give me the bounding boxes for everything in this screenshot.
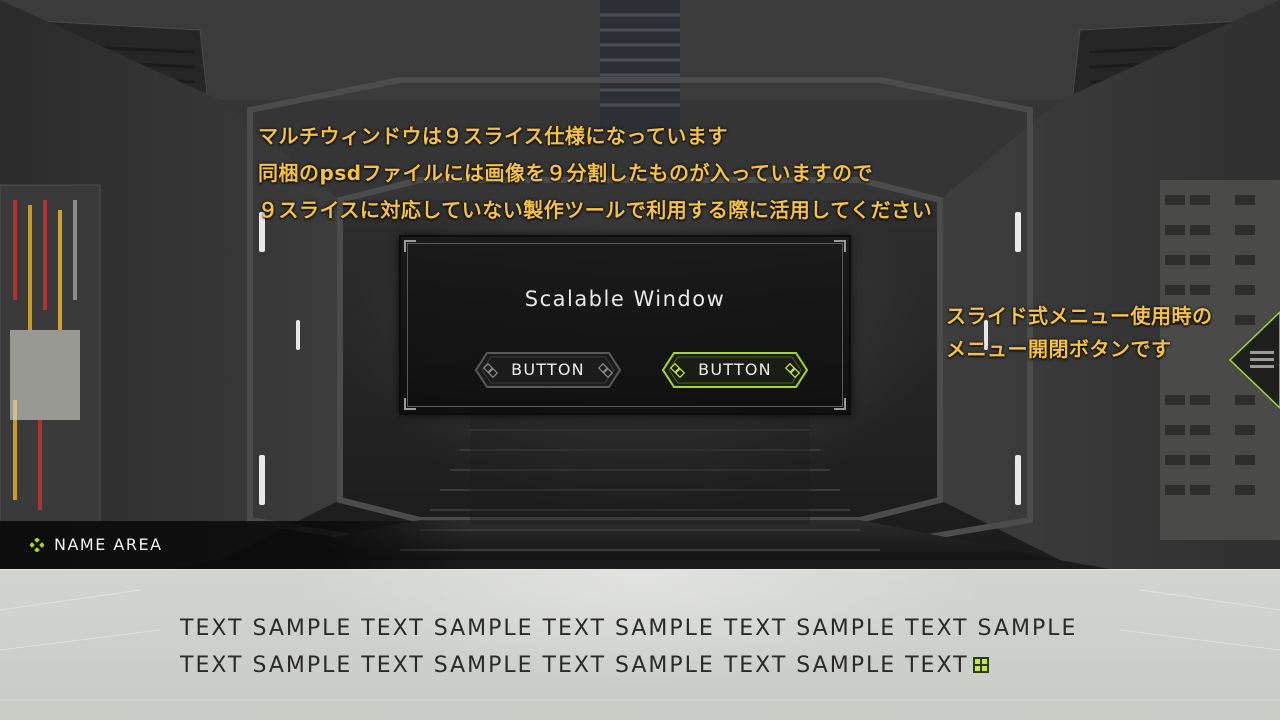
window-title: Scalable Window xyxy=(524,287,726,311)
scalable-window: Scalable Window BUTTON BUTTON xyxy=(399,235,851,415)
annotation-line: メニュー開閉ボタンです xyxy=(946,337,1172,361)
button-label: BUTTON xyxy=(698,360,772,379)
speaker-name: NAME AREA xyxy=(54,535,163,554)
annotation-9slice-note: マルチウィンドウは９スライス仕様になっています 同梱のpsdファイルには画像を９… xyxy=(258,118,932,229)
annotation-menu-note: スライド式メニュー使用時の メニュー開閉ボタンです xyxy=(946,300,1213,366)
next-page-icon xyxy=(972,657,989,673)
annotation-line: マルチウィンドウは９スライス仕様になっています xyxy=(258,124,728,148)
annotation-line: 同梱のpsdファイルには画像を９分割したものが入っていますので xyxy=(258,161,874,185)
button-normal[interactable]: BUTTON xyxy=(473,350,623,390)
message-box[interactable]: TEXT SAMPLE TEXT SAMPLE TEXT SAMPLE TEXT… xyxy=(0,569,1280,720)
hamburger-icon xyxy=(1250,351,1274,368)
button-label: BUTTON xyxy=(511,360,585,379)
game-screen: マルチウィンドウは９スライス仕様になっています 同梱のpsdファイルには画像を９… xyxy=(0,0,1280,720)
window-corner-ornament xyxy=(404,240,416,252)
message-line-text: TEXT SAMPLE TEXT SAMPLE TEXT SAMPLE TEXT… xyxy=(180,653,969,678)
window-corner-ornament xyxy=(834,398,846,410)
diamond-cluster-icon xyxy=(30,538,44,552)
message-line: TEXT SAMPLE TEXT SAMPLE TEXT SAMPLE TEXT… xyxy=(180,616,1078,641)
name-area: NAME AREA xyxy=(0,521,470,569)
annotation-line: スライド式メニュー使用時の xyxy=(946,304,1213,328)
menu-toggle-button[interactable] xyxy=(1228,310,1280,410)
message-text: TEXT SAMPLE TEXT SAMPLE TEXT SAMPLE TEXT… xyxy=(180,610,1120,684)
annotation-line: ９スライスに対応していない製作ツールで利用する際に活用してください xyxy=(258,198,933,222)
window-corner-ornament xyxy=(404,398,416,410)
button-selected[interactable]: BUTTON xyxy=(660,350,810,390)
message-line: TEXT SAMPLE TEXT SAMPLE TEXT SAMPLE TEXT… xyxy=(180,647,1120,684)
window-corner-ornament xyxy=(834,240,846,252)
menu-toggle-frame xyxy=(1228,310,1280,410)
